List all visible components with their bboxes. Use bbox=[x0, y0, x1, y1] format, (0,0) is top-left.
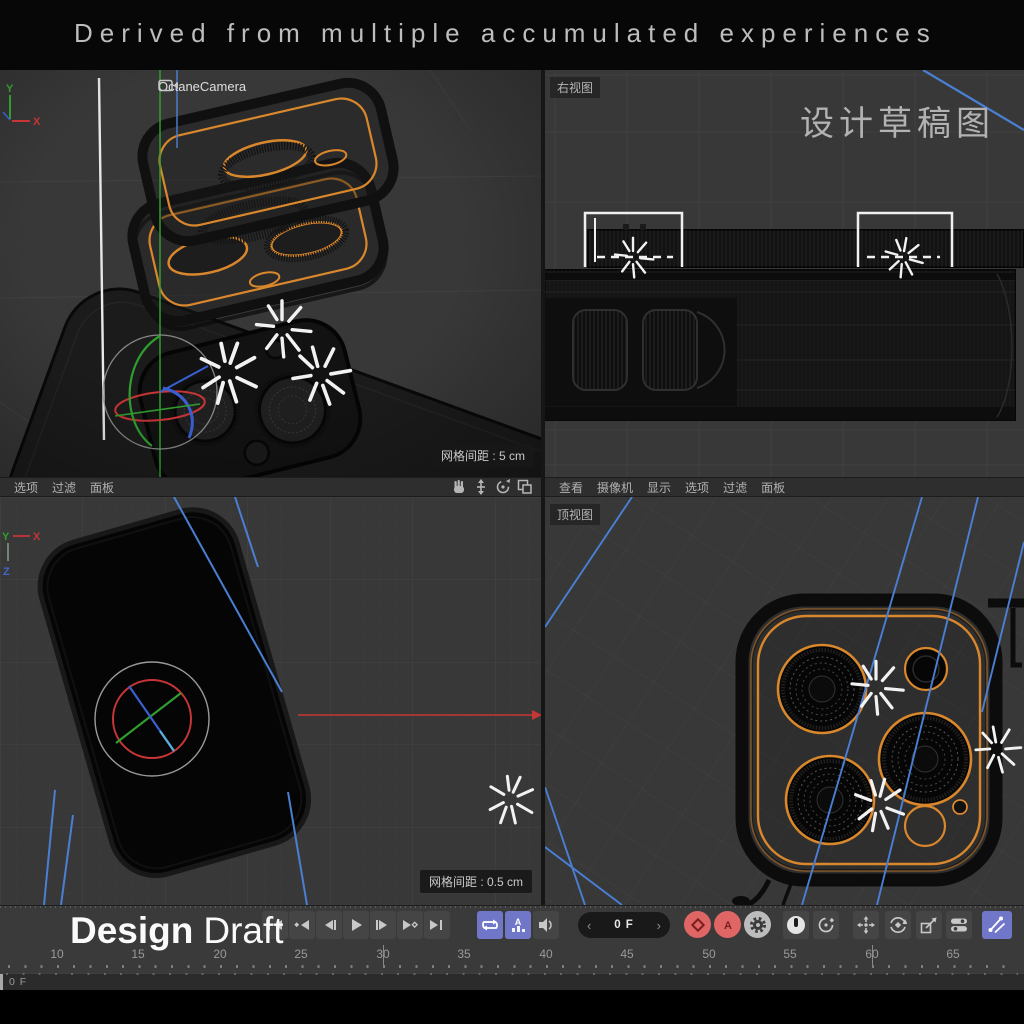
viewport-front-view[interactable]: Y X Z 网格间距 : 0.5 cm bbox=[0, 497, 541, 905]
ruler-number: 10 bbox=[50, 947, 63, 961]
svg-text:Z: Z bbox=[3, 566, 10, 578]
viewport-right-view[interactable]: 右视图 设计草稿图 bbox=[545, 70, 1024, 477]
camera-name-label[interactable]: OctaneCamera bbox=[158, 79, 246, 94]
menu-options[interactable]: 选项 bbox=[685, 479, 709, 496]
scale-tool-icon bbox=[920, 916, 938, 934]
ruler-number: 65 bbox=[946, 947, 959, 961]
axis-gizmo: Y X Z bbox=[0, 527, 50, 583]
parameter-toggle-icon bbox=[949, 916, 969, 934]
ruler-number: 40 bbox=[539, 947, 552, 961]
sound-button[interactable] bbox=[533, 911, 559, 939]
menu-filter[interactable]: 过滤 bbox=[52, 479, 76, 496]
view-name-badge[interactable]: 顶视图 bbox=[550, 504, 600, 525]
timeline-range-bar[interactable]: 0 F bbox=[0, 973, 1024, 990]
menu-display[interactable]: 显示 bbox=[647, 479, 671, 496]
menu-panel[interactable]: 面板 bbox=[761, 479, 785, 496]
ruler-number: 25 bbox=[294, 947, 307, 961]
frame-increment[interactable]: › bbox=[657, 919, 661, 932]
animation-toolbar: A ‹ 0 F › A bbox=[0, 905, 1024, 945]
goto-end-button[interactable] bbox=[424, 911, 450, 939]
ruler-number: 35 bbox=[457, 947, 470, 961]
design-draft-watermark-cn: 设计草稿图 bbox=[800, 96, 995, 145]
menu-panel[interactable]: 面板 bbox=[90, 479, 114, 496]
viewport-divider bbox=[541, 70, 545, 905]
range-start-label: 0 F bbox=[9, 976, 27, 988]
keyframe-options-button[interactable] bbox=[744, 911, 771, 938]
svg-text:X: X bbox=[33, 531, 41, 543]
bottom-spacer bbox=[0, 990, 1024, 1024]
pla-icon bbox=[988, 916, 1006, 934]
grid-spacing-label: 网格间距 : 0.5 cm bbox=[420, 870, 532, 893]
record-keyframe-button[interactable] bbox=[684, 911, 711, 938]
lens-top-left bbox=[778, 645, 866, 733]
rotate-tool-icon bbox=[889, 916, 907, 934]
scale-toggle-button[interactable] bbox=[916, 911, 942, 939]
top-view-scene bbox=[545, 497, 1024, 905]
range-start-handle[interactable] bbox=[0, 974, 3, 990]
rotation-key-icon bbox=[817, 916, 835, 934]
record-objects-button[interactable] bbox=[783, 911, 809, 939]
banner-title: Derived from multiple accumulated experi… bbox=[74, 18, 937, 49]
next-key-button[interactable] bbox=[397, 911, 423, 939]
viewport-top-view[interactable]: 顶视图 bbox=[545, 497, 1024, 905]
prev-key-button[interactable] bbox=[289, 911, 315, 939]
svg-text:A: A bbox=[724, 920, 732, 932]
svg-text:A: A bbox=[515, 917, 522, 927]
menu-options[interactable]: 选项 bbox=[14, 479, 38, 496]
pan-icon[interactable] bbox=[473, 479, 489, 495]
position-toggle-button[interactable] bbox=[853, 911, 879, 939]
current-frame-field[interactable]: ‹ 0 F › bbox=[578, 912, 670, 938]
svg-text:Y: Y bbox=[6, 83, 14, 95]
svg-text:Y: Y bbox=[2, 531, 10, 543]
loop-playback-button[interactable] bbox=[477, 911, 503, 939]
gear-icon bbox=[749, 916, 767, 934]
parameter-toggle-button[interactable] bbox=[946, 911, 972, 939]
menu-view[interactable]: 查看 bbox=[559, 479, 583, 496]
perspective-scene bbox=[0, 70, 541, 477]
play-button[interactable] bbox=[343, 911, 369, 939]
axis-gizmo: Y X bbox=[0, 80, 44, 132]
menu-camera[interactable]: 摄像机 bbox=[597, 479, 633, 496]
ruler-number: 55 bbox=[783, 947, 796, 961]
grid-spacing-label: 网格间距 : 5 cm bbox=[432, 444, 534, 467]
svg-text:X: X bbox=[33, 116, 41, 128]
pla-toggle-button[interactable] bbox=[982, 911, 1012, 939]
camera-icon bbox=[158, 79, 180, 92]
rotate-view-icon[interactable] bbox=[495, 479, 511, 495]
autokey-button[interactable]: A bbox=[714, 911, 741, 938]
autoplay-mode-button[interactable]: A bbox=[505, 911, 531, 939]
design-draft-watermark: DesignDraft bbox=[70, 910, 284, 952]
flash bbox=[905, 648, 947, 690]
viewport-menubar-left: 选项 过滤 面板 bbox=[0, 477, 541, 497]
rotation-toggle-button[interactable] bbox=[885, 911, 911, 939]
next-frame-button[interactable] bbox=[370, 911, 396, 939]
lens-right bbox=[879, 713, 971, 805]
object-gizmo[interactable] bbox=[95, 662, 209, 776]
range-ticks bbox=[6, 973, 1018, 975]
toolbar-tick-strip bbox=[0, 906, 1024, 908]
ruler-frame-ticks bbox=[8, 965, 1018, 968]
viewport-menubar-right: 查看 摄像机 显示 选项 过滤 面板 bbox=[545, 477, 1024, 497]
menu-filter[interactable]: 过滤 bbox=[723, 479, 747, 496]
lidar-sensor bbox=[905, 806, 945, 846]
record-mouse-icon bbox=[786, 915, 806, 935]
view-name-badge[interactable]: 右视图 bbox=[550, 77, 600, 98]
front-view-scene bbox=[0, 497, 541, 905]
c4d-application-window: Derived from multiple accumulated experi… bbox=[0, 0, 1024, 1024]
hand-icon[interactable] bbox=[451, 479, 467, 495]
rotation-key-button[interactable] bbox=[813, 911, 839, 939]
frame-value: 0 F bbox=[614, 919, 634, 931]
move-tool-icon bbox=[857, 916, 875, 934]
frame-decrement[interactable]: ‹ bbox=[587, 919, 591, 932]
ruler-number: 50 bbox=[702, 947, 715, 961]
microphone-hole bbox=[953, 800, 967, 814]
ruler-number: 45 bbox=[620, 947, 633, 961]
maximize-icon[interactable] bbox=[517, 479, 533, 495]
prev-frame-button[interactable] bbox=[316, 911, 342, 939]
top-banner: Derived from multiple accumulated experi… bbox=[0, 0, 1024, 70]
viewport-perspective[interactable]: OctaneCamera Y X 网格间距 : 5 cm bbox=[0, 70, 541, 477]
lens-bottom-left bbox=[786, 756, 874, 844]
